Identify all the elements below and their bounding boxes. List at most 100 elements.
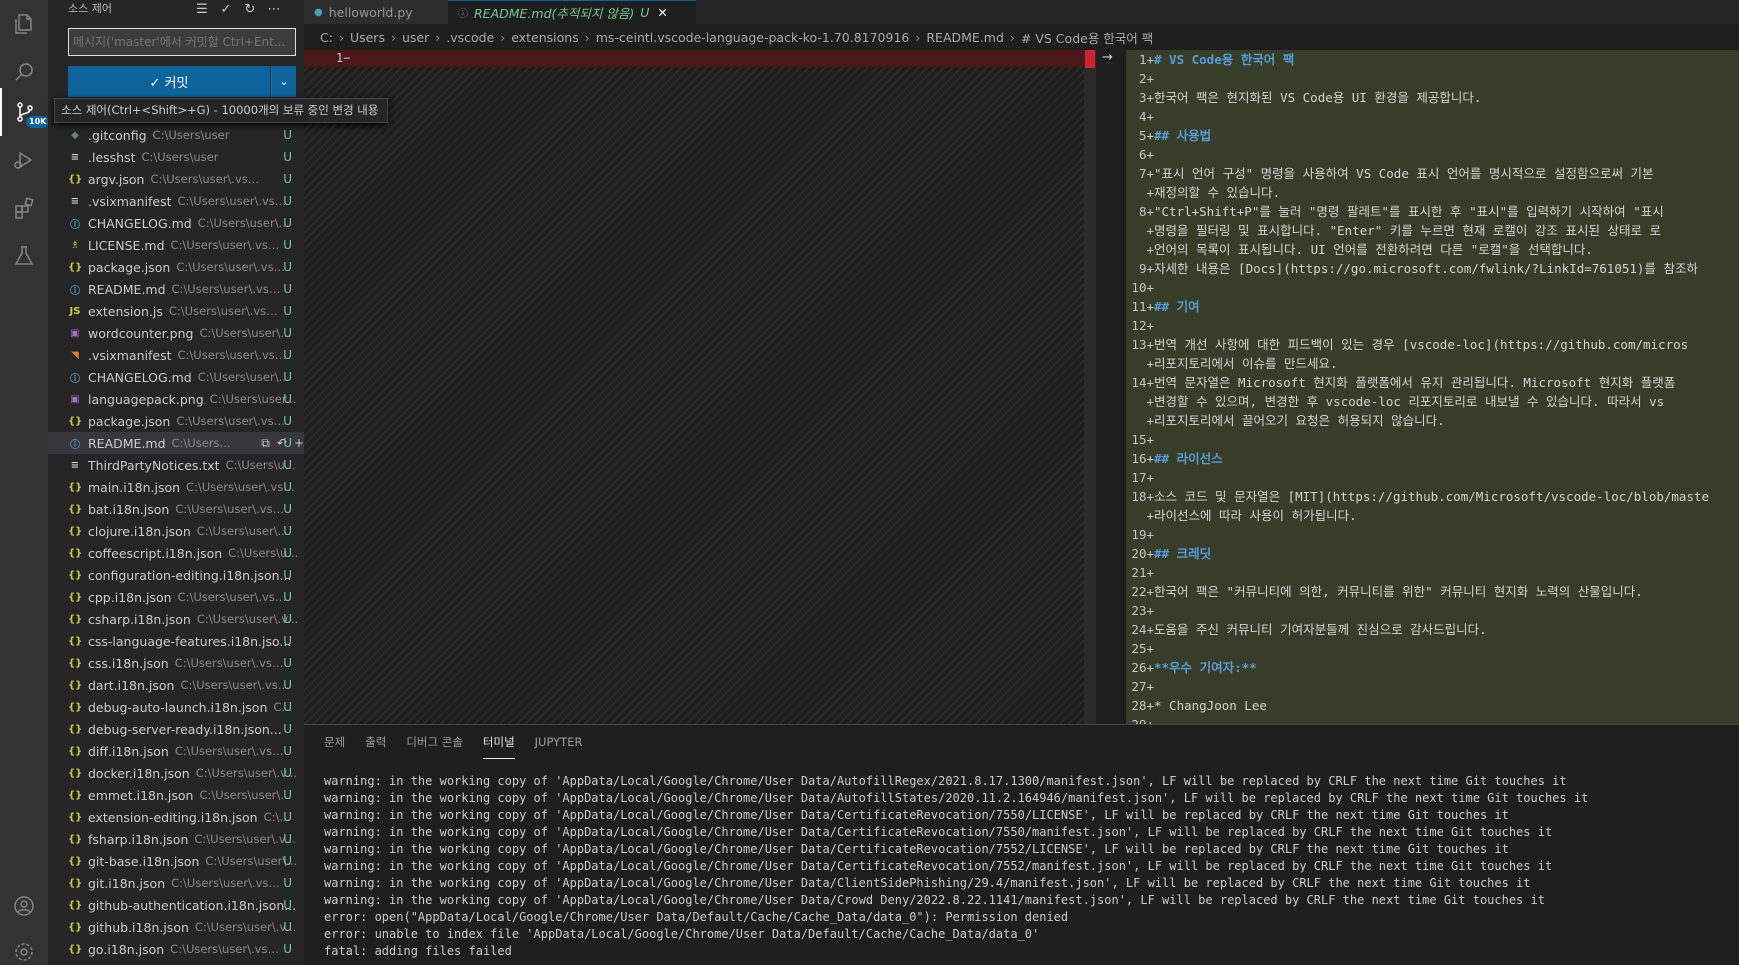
breadcrumb-item[interactable]: # VS Code용 한국어 팩 xyxy=(1021,28,1153,47)
file-name: debug-server-ready.i18n.json... xyxy=(88,721,282,737)
change-item[interactable]: ◥ .vsixmanifest C:\Users\user\.vsco... U xyxy=(48,344,304,366)
file-path: C:\Users\user\.vsco... xyxy=(174,744,285,758)
change-item[interactable]: {} fsharp.i18n.json C:\Users\user\.v... U xyxy=(48,828,304,850)
close-icon[interactable]: ✕ xyxy=(657,5,667,20)
file-type-icon: ⓘ xyxy=(70,285,80,297)
change-item[interactable]: {} coffeescript.i18n.json C:\Users\u... U xyxy=(48,542,304,564)
extensions-icon[interactable] xyxy=(0,184,48,232)
file-type-icon: {} xyxy=(68,877,83,889)
change-item[interactable]: {} css-language-features.i18n.jso... U xyxy=(48,630,304,652)
status-badge: U xyxy=(283,304,292,318)
change-item[interactable]: {} bat.i18n.json C:\Users\user\.vsco... U xyxy=(48,498,304,520)
line-text: ## 사용법 xyxy=(1154,128,1212,143)
file-path: C:\Users\user\.vscod... xyxy=(168,304,279,318)
arrow-right-icon[interactable]: → xyxy=(1102,50,1113,65)
change-item[interactable]: ⓘ CHANGELOG.md C:\Users\user\... U xyxy=(48,212,304,234)
change-item[interactable]: {} debug-server-ready.i18n.json... U xyxy=(48,718,304,740)
line-text: 언어의 목록이 표시됩니다. UI 언어를 전환하려면 다른 "로캘"을 선택합… xyxy=(1154,242,1593,257)
change-item[interactable]: ▣ wordcounter.png C:\Users\user\... U xyxy=(48,322,304,344)
account-icon[interactable] xyxy=(0,882,48,930)
file-type-icon: ≡ xyxy=(70,459,80,471)
stage-icon[interactable]: + xyxy=(294,436,304,451)
file-type-icon: {} xyxy=(68,679,83,691)
change-item[interactable]: {} diff.i18n.json C:\Users\user\.vsco... U xyxy=(48,740,304,762)
testing-icon[interactable] xyxy=(0,232,48,280)
change-item[interactable]: ⓘ CHANGELOG.md C:\Users\user\... U xyxy=(48,366,304,388)
status-badge: U xyxy=(283,832,292,846)
refresh-icon[interactable]: ↻ xyxy=(243,2,257,17)
open-file-icon[interactable]: ⧉ xyxy=(261,436,270,451)
breadcrumb-item[interactable]: ms-ceintl.vscode-language-pack-ko-1.70.8… xyxy=(596,30,910,45)
breadcrumb-item[interactable]: .vscode xyxy=(446,30,494,45)
diff-original-pane[interactable]: 1− xyxy=(304,50,1084,724)
breadcrumb-item[interactable]: user xyxy=(402,30,429,45)
file-type-icon: ⓘ xyxy=(70,439,80,451)
breadcrumb-item[interactable]: extensions xyxy=(511,30,578,45)
change-item[interactable]: JS extension.js C:\Users\user\.vscod... U xyxy=(48,300,304,322)
change-item[interactable]: {} package.json C:\Users\user\.vsco... U xyxy=(48,410,304,432)
change-item[interactable]: ≡ .lesshst C:\Users\user U xyxy=(48,146,304,168)
change-item[interactable]: {} css.i18n.json C:\Users\user\.vsco... U xyxy=(48,652,304,674)
tab-readme[interactable]: ⓘ README.md(추적되지 않음) U ✕ xyxy=(448,0,696,24)
change-item[interactable]: ◆ .gitconfig C:\Users\user U xyxy=(48,124,304,146)
change-item[interactable]: {} docker.i18n.json C:\Users\user\.v... U xyxy=(48,762,304,784)
file-type-icon: {} xyxy=(68,789,83,801)
change-item[interactable]: {} github-authentication.i18n.json... U xyxy=(48,894,304,916)
change-item[interactable]: {} argv.json C:\Users\user\.vscode U xyxy=(48,168,304,190)
change-item[interactable]: {} git-base.i18n.json C:\Users\user\... U xyxy=(48,850,304,872)
change-item[interactable]: {} git.i18n.json C:\Users\user\.vscod...U xyxy=(48,872,304,894)
breadcrumb-item[interactable]: Users xyxy=(350,30,385,45)
file-name: .gitconfig xyxy=(88,127,147,143)
breadcrumb-item[interactable]: README.md xyxy=(926,30,1004,45)
line-text: 변경할 수 있으며, 변경한 후 vscode-loc 리포지토리로 내보낼 수… xyxy=(1154,394,1665,409)
view-as-tree-icon[interactable]: ☰ xyxy=(195,2,209,17)
terminal-output[interactable]: warning: in the working copy of 'AppData… xyxy=(324,773,1588,960)
scrollbar-thumb[interactable] xyxy=(1085,50,1095,68)
breadcrumb-item[interactable]: C: xyxy=(320,30,333,45)
change-item[interactable]: {} cpp.i18n.json C:\Users\user\.vsco... U xyxy=(48,586,304,608)
change-item[interactable]: ≡ .vsixmanifest C:\Users\user\.vsco... U xyxy=(48,190,304,212)
change-item[interactable]: {} extension-editing.i18n.json C:\... U xyxy=(48,806,304,828)
run-debug-icon[interactable] xyxy=(0,136,48,184)
explorer-icon[interactable] xyxy=(0,0,48,48)
panel-tab[interactable]: JUPYTER xyxy=(535,725,583,759)
change-item[interactable]: {} debug-auto-launch.i18n.json C... U xyxy=(48,696,304,718)
line-number: + xyxy=(1146,508,1154,523)
change-item[interactable]: ⓘ README.md C:\Users... ⧉ ↶ + U xyxy=(48,432,304,454)
change-item[interactable]: ⓘ README.md C:\Users\user\.vsco... U xyxy=(48,278,304,300)
panel-tab[interactable]: 문제 xyxy=(324,725,345,759)
panel-tab[interactable]: 출력 xyxy=(365,725,386,759)
editor-scrollbar[interactable] xyxy=(1084,50,1096,724)
file-type-icon: {} xyxy=(68,921,83,933)
line-text: ## 크레딧 xyxy=(1154,546,1212,561)
change-item[interactable]: ≡ ThirdPartyNotices.txt C:\Users\u... U xyxy=(48,454,304,476)
commit-dropdown-button[interactable]: ⌄ xyxy=(271,66,296,97)
commit-check-icon[interactable]: ✓ xyxy=(219,2,233,17)
change-item[interactable]: {} github.i18n.json C:\Users\user\.v... U xyxy=(48,916,304,938)
file-type-icon: ≡ xyxy=(70,151,80,163)
file-type-icon: {} xyxy=(68,657,83,669)
change-item[interactable]: ♗ LICENSE.md C:\Users\user\.vscod...U xyxy=(48,234,304,256)
diff-modified-pane[interactable]: → 1+ # VS Code용 한국어 팩 2+ 3+ 한국어 팩은 현지화된 VS C… xyxy=(1096,50,1739,724)
file-path: C:\Users\u... xyxy=(228,546,299,560)
panel-tab[interactable]: 터미널 xyxy=(482,725,515,759)
file-name: git.i18n.json xyxy=(88,875,166,891)
source-control-icon[interactable]: 10K xyxy=(0,88,50,136)
tab-helloworld[interactable]: ● helloworld.py xyxy=(304,0,448,24)
gear-icon[interactable] xyxy=(0,928,48,965)
change-item[interactable]: ▣ languagepack.png C:\Users\user... U xyxy=(48,388,304,410)
change-item[interactable]: {} emmet.i18n.json C:\Users\user\... U xyxy=(48,784,304,806)
status-badge: U xyxy=(283,942,292,956)
change-item[interactable]: {} go.i18n.json C:\Users\user\.vscod...U xyxy=(48,938,304,960)
change-item[interactable]: {} configuration-editing.i18n.json... U xyxy=(48,564,304,586)
chevron-right-icon: › xyxy=(584,29,590,45)
change-item[interactable]: {} dart.i18n.json C:\Users\user\.vsc... U xyxy=(48,674,304,696)
change-item[interactable]: {} package.json C:\Users\user\.vsco... U xyxy=(48,256,304,278)
panel-tab[interactable]: 디버그 콘솔 xyxy=(406,725,463,759)
commit-button[interactable]: ✓ 커밋 xyxy=(68,66,270,97)
more-actions-icon[interactable]: ⋯ xyxy=(267,2,281,17)
change-item[interactable]: {} main.i18n.json C:\Users\user\.vsc... U xyxy=(48,476,304,498)
change-item[interactable]: {} csharp.i18n.json C:\Users\user\.v... U xyxy=(48,608,304,630)
commit-message-input[interactable] xyxy=(68,28,296,56)
change-item[interactable]: {} clojure.i18n.json C:\Users\user\... U xyxy=(48,520,304,542)
